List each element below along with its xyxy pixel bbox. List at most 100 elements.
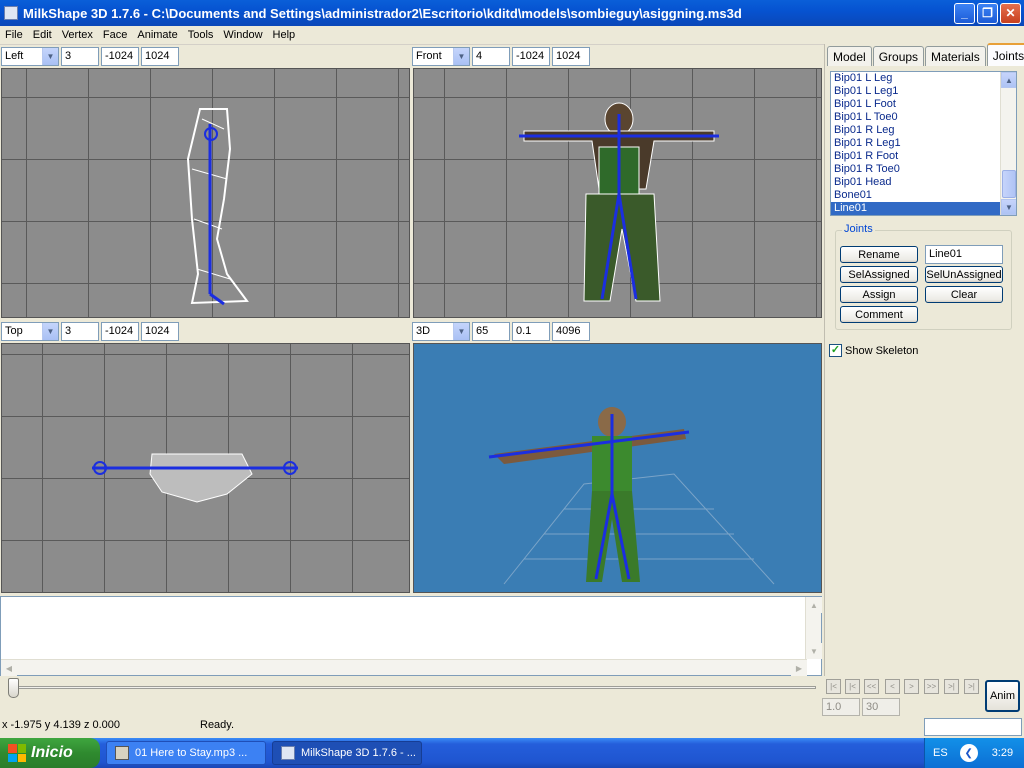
next-frame-icon[interactable]: >: [904, 679, 919, 694]
comment-button[interactable]: Comment: [840, 306, 918, 323]
menu-vertex[interactable]: Vertex: [57, 29, 98, 41]
view-select[interactable]: Front ▼: [412, 46, 470, 66]
tab-groups[interactable]: Groups: [872, 46, 925, 66]
checkmark-icon[interactable]: ✓: [829, 344, 842, 357]
menu-help[interactable]: Help: [268, 29, 301, 41]
scroll-thumb[interactable]: [1002, 170, 1016, 198]
milkshape-icon: [281, 746, 295, 760]
scroll-left-icon[interactable]: ◀: [1, 660, 17, 676]
animation-timeline: |< |< << < > >> >| >| 1.0 30 Anim: [0, 676, 1024, 716]
list-item[interactable]: Bip01 R Toe0: [831, 163, 1016, 176]
minimize-button[interactable]: _: [954, 2, 975, 24]
grid-size-field[interactable]: 4: [472, 46, 510, 66]
next-key-icon[interactable]: >|: [944, 679, 959, 694]
scroll-down-icon[interactable]: ▼: [806, 643, 822, 659]
language-indicator[interactable]: ES: [933, 747, 948, 759]
prev-frame-icon[interactable]: <: [885, 679, 900, 694]
prev-key-icon[interactable]: |<: [845, 679, 860, 694]
menu-file[interactable]: File: [0, 29, 28, 41]
timeline-slider[interactable]: [8, 678, 19, 698]
assign-button[interactable]: Assign: [840, 286, 918, 303]
fov-field[interactable]: 65: [472, 321, 510, 341]
start-button[interactable]: Inicio: [0, 738, 100, 768]
scroll-up-icon[interactable]: ▲: [806, 597, 822, 613]
viewport-left[interactable]: [1, 68, 410, 318]
grid-size-field[interactable]: 3: [61, 321, 99, 341]
clock: 3:29: [991, 747, 1014, 759]
chevron-down-icon: ▼: [453, 322, 469, 340]
joint-name-field[interactable]: Line01: [925, 245, 1003, 264]
menu-tools[interactable]: Tools: [183, 29, 219, 41]
near-field[interactable]: -1024: [101, 321, 139, 341]
rewind-icon[interactable]: <<: [864, 679, 879, 694]
viewport-top[interactable]: [1, 343, 410, 593]
sel-unassigned-button[interactable]: SelUnAssigned: [925, 266, 1003, 283]
list-item[interactable]: Bip01 L Toe0: [831, 111, 1016, 124]
scroll-right-icon[interactable]: ▶: [791, 660, 807, 676]
viewport-3d[interactable]: [413, 343, 822, 593]
model-top-wireframe: [92, 453, 298, 503]
view-select[interactable]: Left ▼: [1, 46, 59, 66]
tab-joints[interactable]: Joints: [986, 43, 1024, 66]
view-select[interactable]: Top ▼: [1, 321, 59, 341]
anim-button[interactable]: Anim: [985, 680, 1020, 712]
view-select[interactable]: 3D ▼: [412, 321, 470, 341]
menu-animate[interactable]: Animate: [132, 29, 182, 41]
viewport-left-toolbar: Left ▼ 3 -1024 1024: [1, 46, 179, 66]
list-item[interactable]: Bip01 R Leg1: [831, 137, 1016, 150]
status-bar: x -1.975 y 4.139 z 0.000 Ready.: [0, 716, 1024, 738]
list-item[interactable]: Bip01 L Leg1: [831, 85, 1016, 98]
windows-taskbar: Inicio 01 Here to Stay.mp3 ... MilkShape…: [0, 738, 1024, 768]
scroll-up-icon[interactable]: ▲: [1001, 72, 1016, 88]
list-item-selected[interactable]: Line01: [831, 202, 1016, 215]
maximize-button[interactable]: ❐: [977, 2, 998, 24]
timeline-track[interactable]: [10, 686, 816, 689]
chevron-down-icon: ▼: [453, 47, 469, 65]
view-select-value: Left: [5, 50, 24, 62]
joints-list[interactable]: Bip01 L Leg Bip01 L Leg1 Bip01 L Foot Bi…: [830, 71, 1017, 216]
taskbar-item-mp3[interactable]: 01 Here to Stay.mp3 ...: [106, 741, 266, 765]
fast-forward-icon[interactable]: >>: [924, 679, 939, 694]
far-field[interactable]: 4096: [552, 321, 590, 341]
console-hscroll[interactable]: ◀ ▶: [1, 659, 807, 676]
last-frame-icon[interactable]: >|: [964, 679, 979, 694]
frame-start-field[interactable]: 1.0: [822, 698, 860, 716]
close-button[interactable]: ✕: [1000, 2, 1021, 24]
far-field[interactable]: 1024: [552, 46, 590, 66]
far-field[interactable]: 1024: [141, 46, 179, 66]
scroll-down-icon[interactable]: ▼: [1001, 199, 1016, 215]
tab-model[interactable]: Model: [827, 46, 872, 66]
joints-scrollbar[interactable]: ▲ ▼: [1000, 72, 1016, 215]
rename-button[interactable]: Rename: [840, 246, 918, 263]
show-hidden-icons-icon[interactable]: ❮: [959, 744, 978, 762]
list-item[interactable]: Bip01 L Leg: [831, 72, 1016, 85]
grid-size-field[interactable]: 3: [61, 46, 99, 66]
start-label: Inicio: [31, 744, 73, 761]
model-front-wireframe: [519, 102, 719, 302]
clear-button[interactable]: Clear: [925, 286, 1003, 303]
first-frame-icon[interactable]: |<: [826, 679, 841, 694]
menu-edit[interactable]: Edit: [28, 29, 57, 41]
tab-materials[interactable]: Materials: [925, 46, 986, 66]
menu-window[interactable]: Window: [218, 29, 267, 41]
taskbar-item-milkshape[interactable]: MilkShape 3D 1.7.6 - ...: [272, 741, 422, 765]
list-item[interactable]: Bip01 R Leg: [831, 124, 1016, 137]
sel-assigned-button[interactable]: SelAssigned: [840, 266, 918, 283]
list-item[interactable]: Bip01 R Foot: [831, 150, 1016, 163]
frame-end-field[interactable]: 30: [862, 698, 900, 716]
viewport-front[interactable]: [413, 68, 822, 318]
message-console[interactable]: ▲ ▼ ◀ ▶: [0, 596, 822, 676]
view-select-value: Top: [5, 325, 23, 337]
list-item[interactable]: Bip01 Head: [831, 176, 1016, 189]
list-item[interactable]: Bip01 L Foot: [831, 98, 1016, 111]
show-skeleton-checkbox[interactable]: ✓ Show Skeleton: [829, 344, 918, 357]
system-tray: ES ❮ 3:29: [924, 738, 1024, 768]
viewport-top-toolbar: Top ▼ 3 -1024 1024: [1, 321, 179, 341]
far-field[interactable]: 1024: [141, 321, 179, 341]
near-field[interactable]: -1024: [101, 46, 139, 66]
near-field[interactable]: -1024: [512, 46, 550, 66]
menu-face[interactable]: Face: [98, 29, 132, 41]
console-vscroll[interactable]: ▲ ▼: [805, 597, 822, 659]
near-field[interactable]: 0.1: [512, 321, 550, 341]
list-item[interactable]: Bone01: [831, 189, 1016, 202]
